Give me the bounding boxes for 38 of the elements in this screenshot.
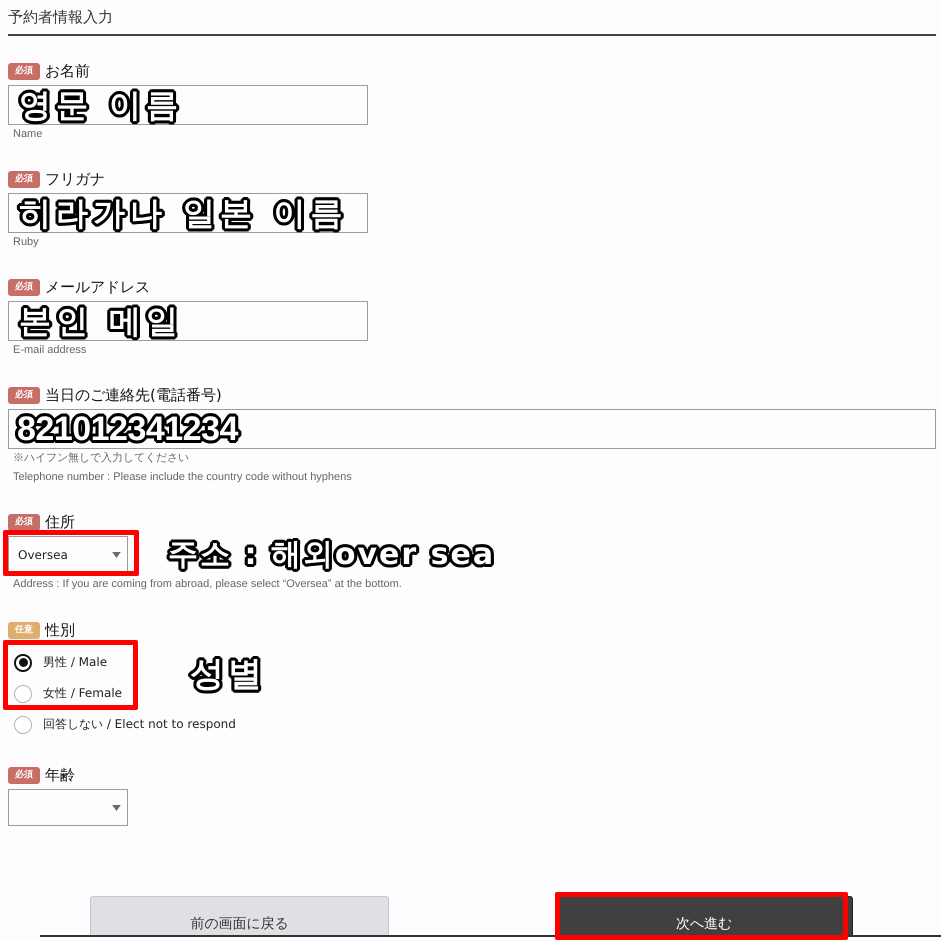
required-badge: 必須: [8, 170, 40, 188]
hint-text: E-mail address: [13, 343, 88, 358]
hint-text: ※ハイフン無しで入力してください: [13, 451, 190, 466]
option-label[interactable]: 女性 / Female: [43, 685, 122, 702]
hint-text: Ruby: [13, 235, 40, 250]
dropdown-select[interactable]: Oversea: [8, 536, 128, 573]
required-badge: 必須: [8, 278, 40, 296]
optional-badge: 任意: [8, 622, 40, 638]
caret-icon: [112, 804, 121, 810]
field-label: 当日のご連絡先(電話番号): [45, 386, 222, 404]
text-input-field[interactable]: 본인 메일: [8, 301, 368, 341]
option-label[interactable]: 回答しない / Elect not to respond: [43, 716, 236, 733]
field-label: 住所: [45, 512, 75, 532]
back-button[interactable]: 前の画面に戻る: [90, 896, 389, 935]
required-badge: 必須: [8, 766, 40, 784]
required-badge: 必須: [8, 62, 40, 80]
hint-text: Telephone number : Please include the country code without hyphens: [13, 470, 353, 485]
option-label[interactable]: 男性 / Male: [43, 654, 108, 671]
radio-button[interactable]: [14, 684, 32, 702]
hint-text: Address : If you are coming from abroad, please select “Oversea” at the bottom.: [13, 577, 403, 592]
hint-text: Name: [13, 127, 44, 142]
annotation-text: 주소 : 해외over sea: [168, 540, 496, 570]
field-label: 性別: [45, 620, 75, 640]
form-title: 予約者情報入力: [8, 7, 936, 36]
annotation-text: 성별: [190, 657, 266, 691]
required-badge: 必須: [8, 514, 40, 530]
text-input-field[interactable]: 히라가나 일본 이름: [8, 193, 368, 233]
text-input-field[interactable]: 영문 이름: [8, 85, 368, 125]
radio-button[interactable]: [14, 654, 32, 672]
required-badge: 必須: [8, 386, 40, 404]
text-input-field[interactable]: 821012341234: [8, 409, 936, 449]
field-label: 年齢: [45, 766, 75, 784]
dropdown-select[interactable]: [8, 789, 128, 826]
field-label: メールアドレス: [45, 278, 150, 296]
field-label: お名前: [45, 62, 90, 80]
radio-button[interactable]: [14, 716, 32, 734]
field-label: フリガナ: [45, 170, 105, 188]
caret-icon: [112, 552, 121, 558]
